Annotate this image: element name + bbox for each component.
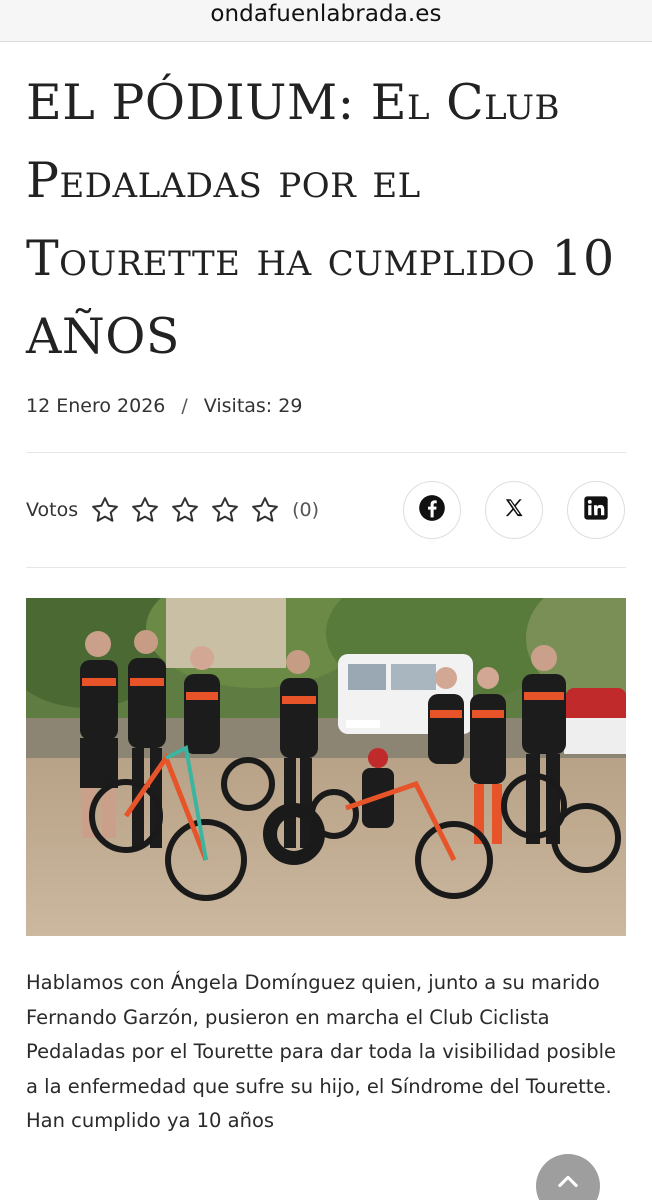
scroll-to-top-button[interactable] [536, 1154, 600, 1200]
share-facebook-button[interactable] [403, 481, 461, 539]
facebook-icon [418, 494, 446, 526]
chevron-up-icon [554, 1154, 582, 1200]
article-photo [26, 598, 626, 936]
article-paragraph: Hablamos con Ángela Domínguez quien, jun… [26, 971, 616, 1098]
x-icon [500, 494, 528, 526]
rating-bar: Votos (0) [26, 494, 319, 526]
url-text: ondafuenlabrada.es [210, 1, 442, 27]
divider [26, 452, 626, 453]
share-x-button[interactable] [485, 481, 543, 539]
meta-separator: / [181, 395, 188, 417]
browser-address-bar[interactable]: ondafuenlabrada.es [0, 0, 652, 42]
star-icon[interactable] [210, 495, 240, 525]
article-meta: 12 Enero 2026 / Visitas: 29 [26, 392, 302, 420]
article-paragraph: Han cumplido ya 10 años [26, 1109, 275, 1133]
star-icon[interactable] [170, 495, 200, 525]
article-visits: Visitas: 29 [203, 395, 303, 417]
star-icon[interactable] [90, 495, 120, 525]
votes-label: Votos [26, 499, 79, 521]
share-linkedin-button[interactable] [567, 481, 625, 539]
article-title: EL PÓDIUM: El Club Pedaladas por el Tour… [26, 74, 615, 365]
divider [26, 567, 626, 568]
article-date: 12 Enero 2026 [26, 395, 166, 417]
linkedin-icon [582, 494, 610, 526]
article-body: Hablamos con Ángela Domínguez quien, jun… [26, 966, 626, 1139]
cyclists-photo-illustration [26, 598, 626, 936]
vote-count: (0) [292, 499, 320, 521]
star-icon[interactable] [250, 495, 280, 525]
star-icon[interactable] [130, 495, 160, 525]
